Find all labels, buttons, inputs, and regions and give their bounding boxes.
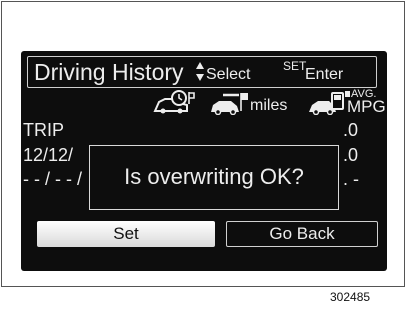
row-label-trip: TRIP	[23, 120, 65, 140]
car-fuel-mpg-icon	[309, 91, 350, 115]
set-button[interactable]: Set	[37, 221, 215, 247]
enter-hint: Enter	[305, 66, 344, 83]
dialog-message: Is overwriting OK?	[124, 164, 304, 189]
car-clock-icon	[153, 90, 195, 114]
row-value-empty: . -	[343, 169, 359, 189]
overwrite-dialog: Is overwriting OK?	[89, 145, 339, 210]
figure-frame: Driving History Select SET Enter miles A…	[1, 1, 405, 287]
page-title: Driving History	[34, 59, 184, 85]
miles-unit: miles	[250, 97, 288, 114]
row-value-date: .0	[343, 145, 359, 165]
mpg-unit: MPG	[347, 97, 386, 116]
row-label-date: 12/12/	[23, 145, 74, 165]
display-screen: Driving History Select SET Enter miles A…	[21, 51, 387, 271]
up-down-arrows-icon	[196, 62, 204, 81]
set-key-label: SET	[283, 59, 307, 73]
header-bar: Driving History Select SET Enter	[27, 56, 377, 88]
figure-code: 302485	[330, 290, 371, 304]
row-label-empty-date: - - / - - /	[23, 169, 82, 189]
select-hint: Select	[206, 66, 251, 83]
row-value-trip: .0	[343, 120, 359, 140]
go-back-button[interactable]: Go Back	[226, 221, 378, 247]
car-flag-miles-icon	[211, 93, 248, 115]
